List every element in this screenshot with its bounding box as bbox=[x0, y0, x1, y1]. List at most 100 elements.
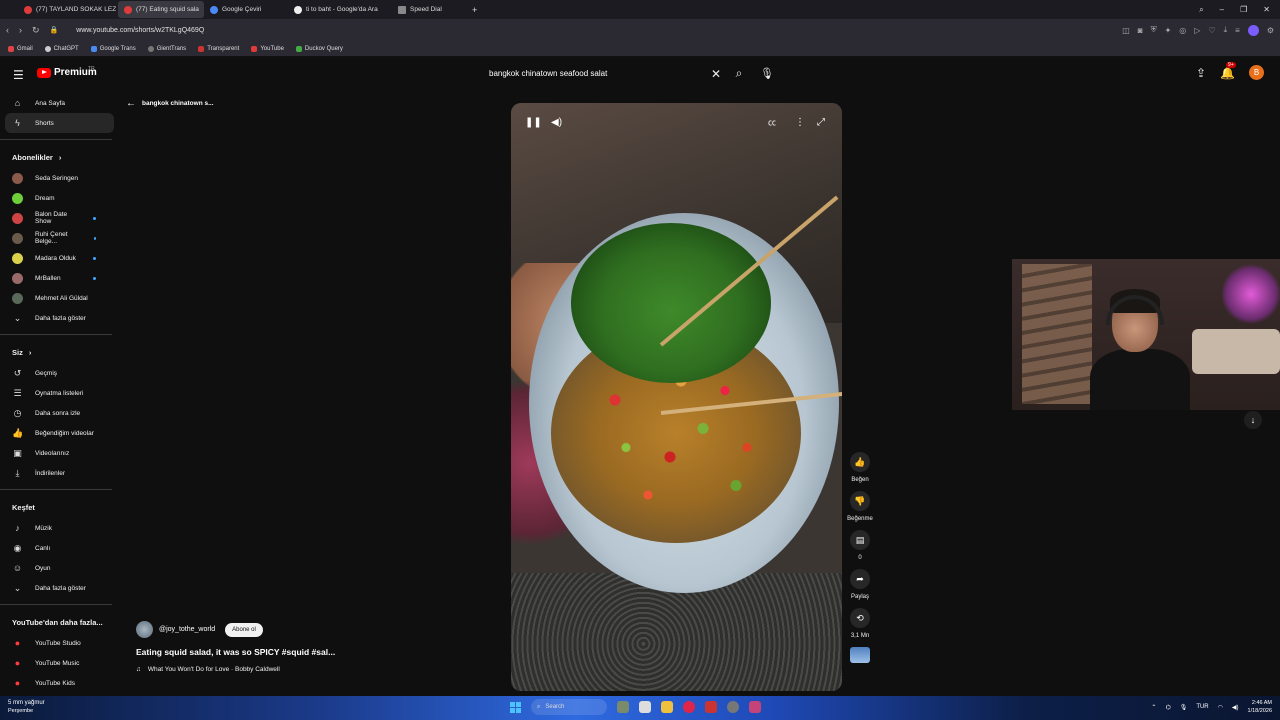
share-button[interactable]: ➦ Paylaş bbox=[850, 569, 870, 600]
sidebar-item-subscription[interactable]: Madara Olduk bbox=[0, 248, 114, 268]
sidebar-item-explore[interactable]: ♪ Müzik bbox=[0, 518, 114, 538]
settings-icon[interactable]: ⚙ bbox=[1267, 26, 1274, 35]
minimize-button[interactable]: – bbox=[1220, 5, 1224, 14]
wifi-icon[interactable]: ◠ bbox=[1218, 704, 1223, 711]
sidebar-item-more[interactable]: ● YouTube Kids bbox=[0, 673, 114, 693]
camera-icon[interactable]: ◙ bbox=[1138, 26, 1143, 35]
browser-tab[interactable]: Speed Dial bbox=[392, 1, 462, 18]
search-input[interactable]: bangkok chinatown seafood salat bbox=[481, 69, 705, 78]
extension-icon[interactable]: ◫ bbox=[1122, 26, 1130, 35]
bookmark-duckov[interactable]: Duckov Query bbox=[295, 45, 343, 52]
reload-icon[interactable]: ↻ bbox=[32, 25, 40, 36]
close-window-button[interactable]: ✕ bbox=[1263, 5, 1270, 14]
sidebar-item-more[interactable]: ● YouTube Studio bbox=[0, 633, 114, 653]
forward-arrow-icon[interactable]: › bbox=[19, 25, 22, 35]
app-icon[interactable] bbox=[749, 701, 761, 713]
back-to-search[interactable]: ← bangkok chinatown s... bbox=[126, 98, 214, 109]
bookmark-google-trans[interactable]: Google Trans bbox=[90, 45, 136, 52]
url-field[interactable]: www.youtube.com/shorts/w2TKLgQ469Q bbox=[76, 27, 204, 34]
subs-show-more[interactable]: ⌄ Daha fazla göster bbox=[0, 308, 114, 328]
bookmark-icon[interactable]: ♡ bbox=[1208, 26, 1215, 35]
sidebar-item-you[interactable]: ↺ Geçmiş bbox=[0, 363, 114, 383]
you-heading[interactable]: Siz › bbox=[0, 341, 120, 363]
fullscreen-icon[interactable]: ⤢ bbox=[817, 117, 825, 128]
sidebar-item-explore[interactable]: ⌄ Daha fazla göster bbox=[0, 578, 114, 598]
remix-button[interactable]: ⟲ 3,1 Mn bbox=[850, 608, 870, 639]
dislike-button[interactable]: 👎 Beğenme bbox=[847, 491, 873, 522]
browser-tab[interactable]: (77) TAYLAND SOKAK LEZ bbox=[18, 1, 118, 18]
music-row[interactable]: ♫ What You Won't Do for Love · Bobby Cal… bbox=[136, 666, 496, 673]
sidebar-item-you[interactable]: ⤓ İndirilenler bbox=[0, 463, 114, 483]
clock[interactable]: 2:46 AM 1/18/2026 bbox=[1248, 699, 1272, 715]
extension-icon[interactable]: ◎ bbox=[1179, 26, 1186, 35]
chevron-up-icon[interactable]: ⌃ bbox=[1151, 704, 1156, 711]
sound-thumbnail[interactable] bbox=[850, 647, 870, 663]
more-options-icon[interactable]: ⋮ bbox=[795, 117, 805, 128]
shorts-video-player[interactable]: ❚❚ ◀) ㏄ ⋮ ⤢ bbox=[511, 103, 842, 691]
sidebar-item-you[interactable]: ☰ Oynatma listeleri bbox=[0, 383, 114, 403]
back-arrow-icon[interactable]: ‹ bbox=[6, 25, 9, 35]
microphone-icon[interactable]: 🎙 bbox=[755, 67, 779, 80]
next-short-button[interactable]: ↓ bbox=[1244, 411, 1262, 429]
shield-icon[interactable]: ⛨ bbox=[1151, 25, 1157, 35]
bookmark-gienttrans[interactable]: GientTrans bbox=[147, 45, 186, 52]
widgets-icon[interactable] bbox=[617, 701, 629, 713]
task-view-icon[interactable] bbox=[639, 701, 651, 713]
sidebar-item-explore[interactable]: ☺ Oyun bbox=[0, 558, 114, 578]
windows-start-icon[interactable] bbox=[510, 701, 521, 713]
pause-icon[interactable]: ❚❚ bbox=[525, 117, 542, 128]
volume-icon[interactable]: ◀) bbox=[1232, 704, 1239, 711]
search-icon[interactable]: ⌕ bbox=[727, 66, 751, 81]
like-button[interactable]: 👍 Beğen bbox=[850, 452, 870, 483]
sidebar-item-you[interactable]: ◷ Daha sonra izle bbox=[0, 403, 114, 423]
browser-tab-active[interactable]: (77) Eating squid sala bbox=[118, 1, 204, 18]
network-icon[interactable]: ⌬ bbox=[1165, 704, 1170, 711]
profile-icon[interactable] bbox=[1247, 24, 1259, 36]
browser-tab[interactable]: Google Çeviri bbox=[204, 1, 288, 18]
menu-icon[interactable]: ≡ bbox=[1235, 26, 1240, 35]
bookmark-youtube[interactable]: YouTube bbox=[251, 45, 284, 52]
sidebar-item-subscription[interactable]: Ruhi Çenet Belge... bbox=[0, 228, 114, 248]
channel-avatar[interactable] bbox=[136, 621, 153, 638]
taskbar-search[interactable]: ⌕ Search bbox=[531, 699, 607, 715]
channel-name[interactable]: @joy_tothe_world bbox=[159, 626, 215, 633]
microphone-icon[interactable]: 🎙 bbox=[1180, 704, 1188, 711]
maximize-button[interactable]: ❐ bbox=[1240, 5, 1247, 14]
weather-widget[interactable]: 5 mm yağmur Perşembe bbox=[8, 699, 45, 715]
sidebar-item-subscription[interactable]: Balon Date Show bbox=[0, 208, 114, 228]
browser-icon[interactable] bbox=[727, 701, 739, 713]
sidebar-item-you[interactable]: 👍 Beğendiğim videolar bbox=[0, 423, 114, 443]
sidebar-item-subscription[interactable]: MrBallen bbox=[0, 268, 114, 288]
clear-search-icon[interactable]: ✕ bbox=[705, 67, 727, 81]
avatar[interactable]: B bbox=[1249, 65, 1264, 80]
sidebar-item-subscription[interactable]: Mehmet Ali Güldal bbox=[0, 288, 114, 308]
language-indicator[interactable]: TUR bbox=[1196, 704, 1208, 710]
video-title[interactable]: Eating squid salad, it was so SPICY #squ… bbox=[136, 647, 496, 657]
bookmark-chatgpt[interactable]: ChatGPT bbox=[44, 45, 79, 52]
youtube-premium-logo[interactable]: Premium TR bbox=[37, 66, 97, 78]
browser-tab[interactable]: ti to baht - Google'da Ara bbox=[288, 1, 392, 18]
hamburger-menu-icon[interactable]: ☰ bbox=[13, 68, 24, 82]
volume-icon[interactable]: ◀) bbox=[551, 117, 562, 128]
sidebar-item-more[interactable]: ● YouTube Music bbox=[0, 653, 114, 673]
extension-icon[interactable]: ✦ bbox=[1165, 26, 1172, 35]
notifications-bell-icon[interactable]: 🔔 9+ bbox=[1220, 61, 1236, 80]
captions-icon[interactable]: ㏄ bbox=[768, 117, 776, 128]
subscribe-button[interactable]: Abone ol bbox=[225, 622, 263, 637]
comments-button[interactable]: ▤ 0 bbox=[850, 530, 870, 561]
bookmark-transparent[interactable]: Transparent bbox=[198, 45, 239, 52]
sidebar-item-subscription[interactable]: Seda Seringen bbox=[0, 168, 114, 188]
search-tabs-icon[interactable]: ⌕ bbox=[1199, 5, 1203, 15]
subscriptions-heading[interactable]: Abonelikler › bbox=[0, 146, 120, 168]
opera-gx-icon[interactable] bbox=[683, 701, 695, 713]
bookmark-gmail[interactable]: Gmail bbox=[8, 45, 33, 52]
sidebar-item-explore[interactable]: ◉ Canlı bbox=[0, 538, 114, 558]
upload-icon[interactable]: ⇪ bbox=[1196, 66, 1206, 80]
sidebar-item-home[interactable]: ⌂ Ana Sayfa bbox=[0, 93, 114, 113]
downloads-icon[interactable]: ⤓ bbox=[1224, 25, 1228, 35]
play-icon[interactable]: ▷ bbox=[1194, 26, 1200, 35]
sidebar-item-subscription[interactable]: Dream bbox=[0, 188, 114, 208]
app-icon[interactable] bbox=[705, 701, 717, 713]
file-explorer-icon[interactable] bbox=[661, 701, 673, 713]
sidebar-item-shorts[interactable]: ϟ Shorts bbox=[5, 113, 114, 133]
